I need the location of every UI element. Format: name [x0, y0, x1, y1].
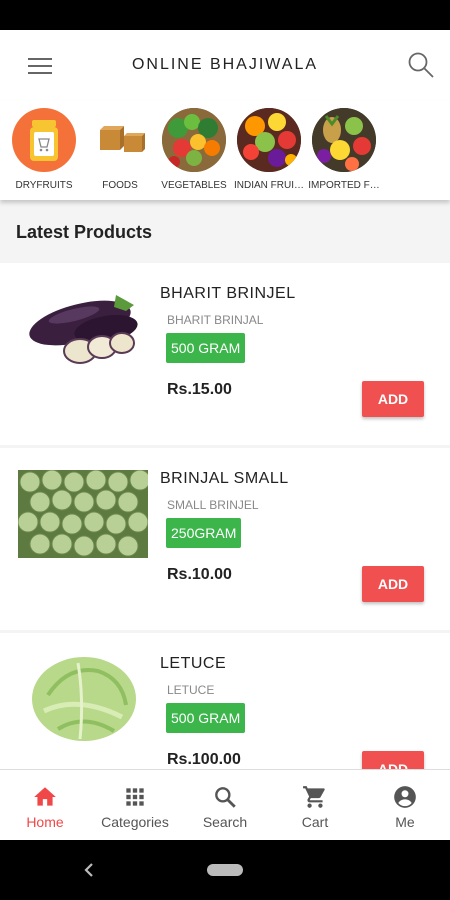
- product-name: LETUCE: [160, 655, 227, 672]
- nav-search[interactable]: Search: [180, 770, 270, 840]
- add-to-cart-button[interactable]: ADD: [362, 381, 424, 417]
- account-icon: [394, 786, 416, 808]
- category-dryfruits[interactable]: DRYFRUITS: [5, 108, 83, 191]
- dryfruits-jar-icon: [12, 108, 76, 172]
- product-name: BRINJAL SMALL: [160, 470, 289, 487]
- nav-categories[interactable]: Categories: [90, 770, 180, 840]
- app-screen: ONLINE BHAJIWALA DRYFRUITS FOODS VEGETAB…: [0, 30, 450, 840]
- nav-label: Me: [395, 814, 415, 830]
- category-strip: DRYFRUITS FOODS VEGETABLES INDIAN FRUI… …: [0, 100, 450, 200]
- jaggery-blocks-icon: [88, 108, 152, 172]
- section-title: Latest Products: [16, 222, 153, 242]
- category-vegetables[interactable]: VEGETABLES: [155, 108, 233, 191]
- vegetables-basket-icon: [162, 108, 226, 172]
- quantity-badge: 500 GRAM: [166, 703, 246, 733]
- add-to-cart-button[interactable]: ADD: [362, 566, 424, 602]
- cart-icon: [303, 786, 325, 808]
- category-imported-fruits[interactable]: IMPORTED F…: [305, 108, 383, 191]
- small-brinjal-image: [18, 470, 148, 558]
- category-label: DRYFRUITS: [15, 180, 73, 191]
- product-price: Rs.15.00: [167, 381, 232, 398]
- search-icon: [215, 787, 236, 808]
- grid-icon: [126, 788, 144, 806]
- product-card[interactable]: BHARIT BRINJEL BHARIT BRINJAL 500 GRAM R…: [0, 263, 450, 445]
- product-subtitle: LETUCE: [167, 683, 215, 697]
- category-label: FOODS: [102, 180, 138, 191]
- category-label: VEGETABLES: [161, 180, 227, 191]
- category-foods[interactable]: FOODS: [81, 108, 159, 191]
- menu-icon[interactable]: [24, 54, 56, 78]
- product-name: BHARIT BRINJEL: [160, 285, 296, 302]
- nav-cart[interactable]: Cart: [270, 770, 360, 840]
- product-price: Rs.100.00: [167, 751, 241, 768]
- category-indian-fruits[interactable]: INDIAN FRUI…: [230, 108, 308, 191]
- nav-label: Search: [202, 814, 248, 830]
- category-label: INDIAN FRUI…: [234, 180, 304, 191]
- nav-label: Cart: [301, 814, 329, 830]
- product-card[interactable]: BRINJAL SMALL SMALL BRINJEL 250GRAM Rs.1…: [0, 448, 450, 630]
- nav-label: Home: [26, 814, 64, 830]
- back-chevron-icon[interactable]: [80, 858, 100, 882]
- quantity-badge: 250GRAM: [166, 518, 242, 548]
- bottom-navigation: Home Categories Search Cart Me: [0, 769, 450, 840]
- nav-me[interactable]: Me: [360, 770, 450, 840]
- lettuce-image: [18, 655, 148, 743]
- home-icon: [34, 787, 56, 806]
- home-pill-button[interactable]: [207, 864, 243, 876]
- nav-home[interactable]: Home: [0, 770, 90, 840]
- imported-fruits-icon: [312, 108, 376, 172]
- top-app-bar: ONLINE BHAJIWALA: [0, 30, 450, 100]
- indian-fruits-icon: [237, 108, 301, 172]
- product-subtitle: SMALL BRINJEL: [167, 498, 259, 512]
- product-price: Rs.10.00: [167, 566, 232, 583]
- product-subtitle: BHARIT BRINJAL: [167, 313, 264, 327]
- category-label: IMPORTED F…: [308, 180, 380, 191]
- nav-label: Categories: [101, 814, 169, 830]
- brinjal-image: [18, 285, 148, 373]
- app-title: ONLINE BHAJIWALA: [131, 56, 319, 73]
- status-bar: [0, 0, 450, 30]
- search-icon[interactable]: [406, 50, 436, 80]
- system-navigation-bar: [0, 840, 450, 900]
- quantity-badge: 500 GRAM: [166, 333, 246, 363]
